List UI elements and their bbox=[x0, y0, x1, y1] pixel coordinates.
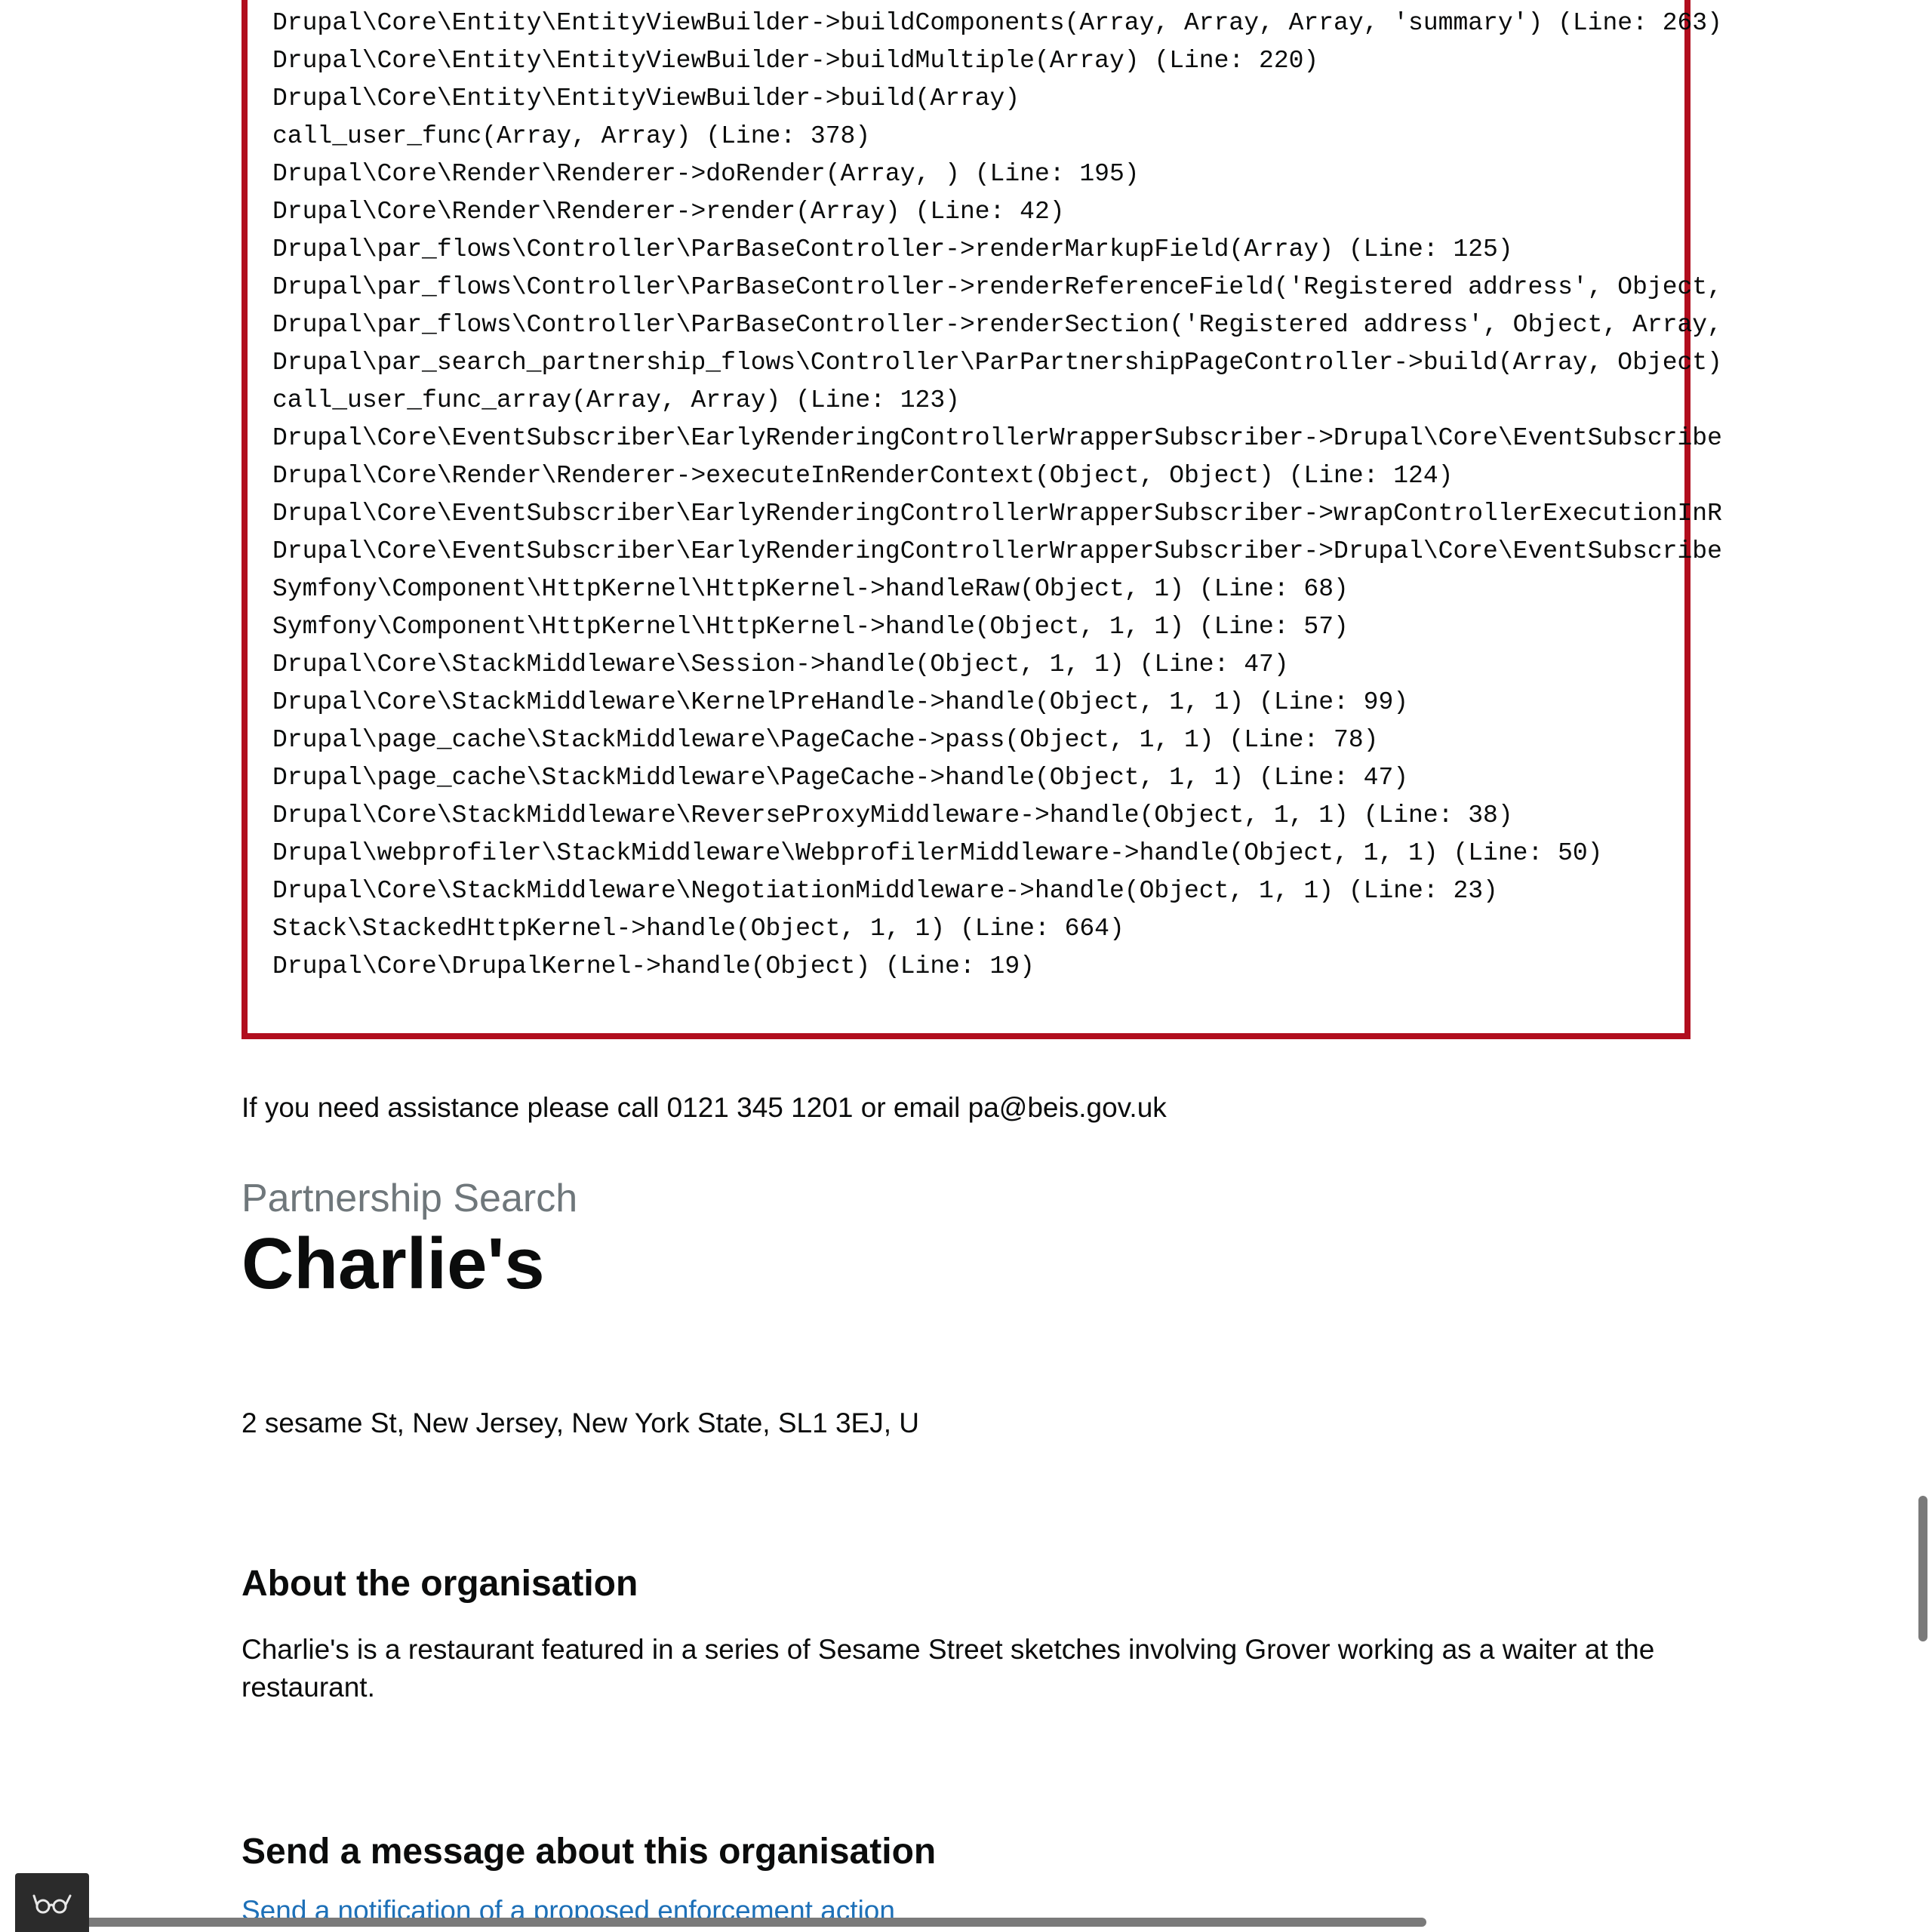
glasses-icon bbox=[32, 1894, 72, 1914]
stack-trace-line: Drupal\Core\StackMiddleware\Session->han… bbox=[272, 651, 1289, 678]
stack-trace-line: Drupal\Core\Render\Renderer->doRender(Ar… bbox=[272, 160, 1140, 188]
assistance-text: If you need assistance please call 0121 … bbox=[242, 1092, 1167, 1123]
stack-trace-line: Drupal\Core\StackMiddleware\NegotiationM… bbox=[272, 877, 1498, 905]
stack-trace-line: Drupal\Core\EventSubscriber\EarlyRenderi… bbox=[272, 537, 1722, 565]
stack-trace-line: Drupal\Core\Entity\EntityViewBuilder->bu… bbox=[272, 9, 1722, 37]
stack-trace-line: Drupal\Core\EventSubscriber\EarlyRenderi… bbox=[272, 424, 1722, 452]
stack-trace-line: Drupal\par_search_partnership_flows\Cont… bbox=[272, 349, 1722, 377]
stack-trace-line: Drupal\Core\Entity\EntityViewBuilder->bu… bbox=[272, 85, 1020, 112]
stack-trace-line: Drupal\webprofiler\StackMiddleware\Webpr… bbox=[272, 839, 1603, 867]
stack-trace-line: Drupal\par_flows\Controller\ParBaseContr… bbox=[272, 311, 1722, 339]
about-text: Charlie's is a restaurant featured in a … bbox=[242, 1634, 1655, 1703]
stack-trace-line: Drupal\Core\Render\Renderer->render(Arra… bbox=[272, 198, 1065, 226]
stack-trace-line: Stack\StackedHttpKernel->handle(Object, … bbox=[272, 915, 1124, 943]
stack-trace-line: Symfony\Component\HttpKernel\HttpKernel-… bbox=[272, 575, 1349, 603]
about-heading: About the organisation bbox=[242, 1564, 638, 1604]
stack-trace-line: Drupal\Core\StackMiddleware\KernelPreHan… bbox=[272, 688, 1409, 716]
stack-trace-line: Symfony\Component\HttpKernel\HttpKernel-… bbox=[272, 613, 1349, 641]
stack-trace-line: Drupal\par_flows\Controller\ParBaseContr… bbox=[272, 273, 1722, 301]
horizontal-scrollbar[interactable] bbox=[23, 1918, 1426, 1927]
stack-trace-line: Drupal\Core\Entity\EntityViewBuilder->bu… bbox=[272, 47, 1319, 75]
page-title: Charlie's bbox=[242, 1223, 545, 1304]
stack-trace: Drupal\Core\Entity\EntityViewBuilder->bu… bbox=[272, 5, 1722, 986]
stack-trace-line: Drupal\Core\DrupalKernel->handle(Object)… bbox=[272, 952, 1035, 980]
page-caption: Partnership Search bbox=[242, 1177, 578, 1220]
stack-trace-line: call_user_func_array(Array, Array) (Line… bbox=[272, 386, 960, 414]
vertical-scrollbar[interactable] bbox=[1918, 1496, 1927, 1641]
stack-trace-line: Drupal\Core\Render\Renderer->executeInRe… bbox=[272, 462, 1454, 490]
stack-trace-line: Drupal\page_cache\StackMiddleware\PageCa… bbox=[272, 764, 1409, 792]
webprofiler-toolbar-button[interactable] bbox=[15, 1873, 89, 1932]
stack-trace-line: Drupal\par_flows\Controller\ParBaseContr… bbox=[272, 235, 1513, 263]
stack-trace-line: Drupal\Core\EventSubscriber\EarlyRenderi… bbox=[272, 500, 1722, 528]
stack-trace-line: call_user_func(Array, Array) (Line: 378) bbox=[272, 122, 871, 150]
registered-address: 2 sesame St, New Jersey, New York State,… bbox=[242, 1407, 919, 1438]
stack-trace-line: Drupal\page_cache\StackMiddleware\PageCa… bbox=[272, 726, 1379, 754]
send-message-heading: Send a message about this organisation bbox=[242, 1832, 937, 1872]
stack-trace-line: Drupal\Core\StackMiddleware\ReverseProxy… bbox=[272, 801, 1513, 829]
